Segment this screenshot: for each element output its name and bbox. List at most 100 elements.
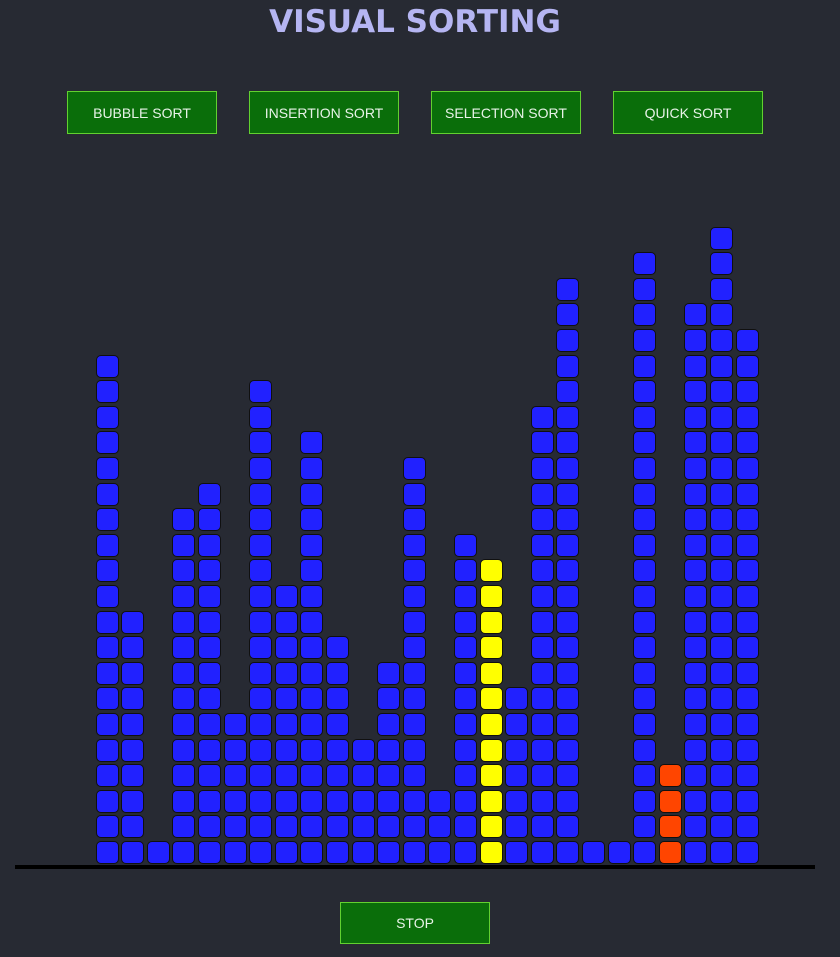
bar-cell <box>633 508 657 532</box>
bar-cell <box>530 661 554 685</box>
bar-cell <box>172 661 196 685</box>
bar-cell <box>300 636 324 660</box>
bar-cell <box>709 687 733 711</box>
bar-cell <box>709 354 733 378</box>
bar-cell <box>709 226 733 250</box>
bar-cell <box>556 328 580 352</box>
insertion-sort-button[interactable]: INSERTION SORT <box>249 91 399 134</box>
bar-cell <box>530 508 554 532</box>
bar-cell <box>249 712 273 736</box>
bar-cell <box>556 482 580 506</box>
bar-cell <box>530 636 554 660</box>
bar-cell <box>530 738 554 762</box>
bar-cell <box>556 789 580 813</box>
quick-sort-button[interactable]: QUICK SORT <box>613 91 763 134</box>
bar-cell <box>325 712 349 736</box>
bar-cell <box>428 840 452 864</box>
bar-cell <box>633 431 657 455</box>
bar-cell <box>377 687 401 711</box>
bar-cell <box>121 789 145 813</box>
bubble-sort-button[interactable]: BUBBLE SORT <box>67 91 217 134</box>
bar-cell <box>428 815 452 839</box>
bar-cell <box>709 738 733 762</box>
bar-cell <box>325 815 349 839</box>
stop-button[interactable]: STOP <box>340 902 490 944</box>
bar-cell <box>95 482 119 506</box>
bar-11 <box>351 736 378 864</box>
bar-cell <box>684 661 708 685</box>
bar-cell <box>95 508 119 532</box>
bar-cell <box>197 713 221 736</box>
bar-cell <box>223 815 247 839</box>
bar-18 <box>530 403 557 864</box>
bar-cell <box>300 559 324 583</box>
bar-cell <box>172 840 196 864</box>
bar-cell <box>530 482 554 506</box>
bar-cell <box>530 789 554 813</box>
bar-cell <box>684 610 708 634</box>
bar-cell <box>735 687 759 711</box>
bar-cell <box>351 789 375 813</box>
bar-22 <box>633 250 659 864</box>
bar-cell <box>172 789 196 813</box>
bar-cell <box>223 789 247 813</box>
bar-cell <box>709 508 733 532</box>
bar-cell <box>658 840 682 864</box>
bar-cell <box>684 815 708 839</box>
bar-1 <box>95 352 122 864</box>
bar-cell <box>249 380 273 404</box>
bar-cell <box>197 815 221 839</box>
bar-cell <box>95 457 119 480</box>
bar-cell <box>709 533 733 557</box>
bar-cell <box>709 405 733 429</box>
bar-cell <box>453 687 477 711</box>
bar-7 <box>249 378 275 864</box>
bar-cell <box>735 584 759 608</box>
bar-cell <box>709 585 733 608</box>
bar-cell <box>556 840 580 864</box>
bar-cell <box>709 329 733 352</box>
bar-cell <box>95 610 119 634</box>
bar-cell <box>479 610 503 634</box>
bar-cell <box>249 405 273 429</box>
bar-cell <box>479 712 503 736</box>
bar-cell <box>351 764 375 788</box>
bar-cell <box>121 815 145 839</box>
bar-cell <box>300 789 324 813</box>
bar-cell <box>172 687 196 711</box>
bar-cell <box>684 508 708 532</box>
bar-cell <box>633 456 657 480</box>
bar-cell <box>633 840 657 864</box>
bar-6 <box>223 710 250 864</box>
bar-15 <box>453 531 480 864</box>
bar-cell <box>249 738 273 762</box>
bar-cell <box>556 559 580 583</box>
bar-cell <box>146 840 170 864</box>
bar-cell <box>300 456 324 480</box>
bar-cell <box>274 815 298 839</box>
bar-cell <box>709 764 733 788</box>
bar-cell <box>95 661 119 685</box>
bar-24 <box>684 301 710 864</box>
bar-cell <box>709 303 733 327</box>
bar-cell <box>249 661 273 685</box>
bar-cell <box>95 380 119 404</box>
bar-cell <box>735 533 759 557</box>
bar-cell <box>735 738 759 762</box>
bar-cell <box>300 431 324 455</box>
bar-cell <box>709 482 733 506</box>
bar-cell <box>684 789 708 813</box>
bar-cell <box>479 636 503 660</box>
bar-cell <box>633 303 657 327</box>
bar-cell <box>95 585 119 608</box>
selection-sort-button[interactable]: SELECTION SORT <box>431 91 581 134</box>
bar-cell <box>505 815 529 839</box>
bar-cell <box>530 815 554 839</box>
bar-9 <box>300 429 326 864</box>
bar-cell <box>274 610 298 634</box>
bar-cell <box>197 508 221 532</box>
bar-cell <box>684 559 708 583</box>
bar-cell <box>249 584 273 608</box>
bar-cell <box>377 840 401 864</box>
bar-cell <box>95 636 119 660</box>
